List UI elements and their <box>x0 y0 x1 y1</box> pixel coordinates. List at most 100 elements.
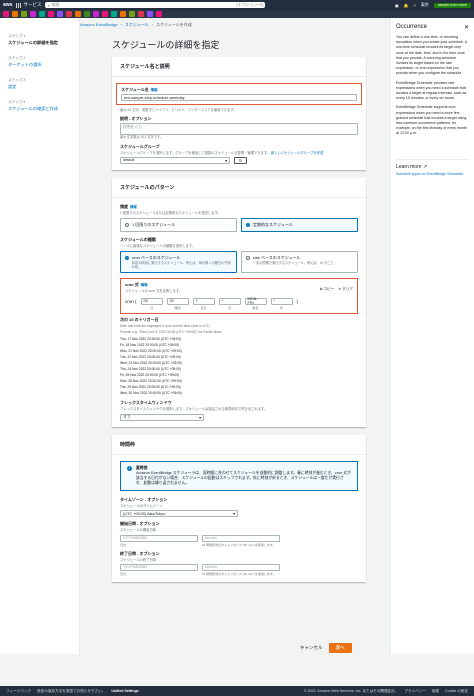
recurring-schedule-radio[interactable]: 定期的なスケジュール <box>241 218 358 233</box>
cron-fields: cron ( 00 分 20 時間 ? 日付 * 月 MON-FRI 曜日 * 年 ) <box>125 297 353 310</box>
favorite-service-icon[interactable] <box>84 11 90 17</box>
breadcrumb-eventbridge[interactable]: Amazon EventBridge <box>80 22 118 28</box>
favorite-service-icon[interactable] <box>75 11 81 17</box>
name-description-card: スケジュール名と説明 スケジュール名 情報 ecs-sample-stop-sch… <box>112 57 366 170</box>
cron-based-radio[interactable]: cron ベースのスケジュール 特定の時刻に実行するスケジュール。例えば、毎月第 … <box>120 251 237 274</box>
cron-prefix: cron ( <box>125 298 137 304</box>
favorite-service-icon[interactable] <box>93 11 99 17</box>
favorite-service-icon[interactable] <box>147 11 153 17</box>
create-group-link[interactable]: 新しいスケジュールグループを作成 <box>271 151 323 155</box>
schedule-group-select[interactable]: default ▾ <box>120 156 230 164</box>
cron-month-input[interactable]: * <box>218 297 241 305</box>
services-grid-icon <box>16 2 22 8</box>
page-title: スケジュールの詳細を指定 <box>112 40 220 50</box>
favorite-service-icon[interactable] <box>30 11 36 17</box>
next-triggers-format: Format: e.g. "Wed, Nov 9, 2022 00:00 (UT… <box>120 329 222 334</box>
close-icon: ✕ <box>338 286 342 291</box>
close-icon[interactable]: ✕ <box>464 24 469 31</box>
cron-day-of-month-input[interactable]: ? <box>192 297 215 305</box>
favorite-service-icon[interactable] <box>102 11 108 17</box>
terms-link[interactable]: 用語 <box>432 689 439 694</box>
global-search-input[interactable]: ⌕ 検索 [オプション+S] <box>45 2 266 8</box>
wizard-step-2[interactable]: ステップ 2 ターゲットの選択 <box>8 56 71 68</box>
unified-settings-link[interactable]: Unified Settings <box>111 689 138 693</box>
favorite-service-icon[interactable] <box>39 11 45 17</box>
flex-window-select[interactable]: オフ ▾ <box>120 413 204 421</box>
cron-minutes-input[interactable]: 00 <box>140 297 163 305</box>
services-menu-button[interactable]: サービス <box>16 2 41 8</box>
cron-field-caption: 日付 <box>200 305 207 310</box>
timezone-select[interactable]: (UTC +09:00) Asia/Tokyo ▾ <box>120 510 238 518</box>
info-link[interactable]: 情報 <box>141 283 148 287</box>
favorite-service-icon[interactable] <box>138 11 144 17</box>
copyright-text: © 2022, Amazon Web Services, Inc. またはその関… <box>303 688 399 693</box>
rate-based-radio[interactable]: rate ベースのスケジュール 一定の間隔で実行するスケジュール。例えば、10 分… <box>241 251 358 274</box>
step-title[interactable]: スケジュールの確認と作成 <box>8 106 71 112</box>
help-paragraph: EventBridge Scheduler provides rate expr… <box>396 80 467 101</box>
date-caption: 日付 <box>120 571 127 576</box>
cron-hours-input[interactable]: 20 <box>166 297 189 305</box>
timezone-hint: スケジュールのタイムゾーン <box>120 504 163 509</box>
step-number: ステップ 4 <box>8 100 26 104</box>
refresh-icon: ↻ <box>239 158 243 163</box>
favorite-service-icon[interactable] <box>48 11 54 17</box>
start-date-input[interactable]: YYYY/MM/DD <box>120 534 198 542</box>
cookie-settings-link[interactable]: Cookie の設定 <box>445 689 468 694</box>
start-date-hint: スケジュールの開始日時 <box>120 528 157 533</box>
radio-selected-icon <box>246 222 250 227</box>
cloudshell-icon[interactable]: ▣ <box>395 3 399 8</box>
schedule-pattern-card: スケジュールのパターン 頻度 情報 1 回限りのスケジュールまたは定期的なスケジュ… <box>112 177 366 427</box>
help-icon[interactable]: ? <box>414 3 416 8</box>
breadcrumb-separator-icon: › <box>120 22 122 27</box>
info-icon: i <box>127 465 132 471</box>
refresh-button[interactable]: ↻ <box>234 156 248 164</box>
one-time-schedule-radio[interactable]: 1 回限りのスケジュール <box>120 218 237 233</box>
breadcrumb-schedules[interactable]: スケジュール <box>125 22 149 28</box>
favorite-service-icon[interactable] <box>156 11 162 17</box>
clear-button[interactable]: ✕ クリア <box>338 287 353 292</box>
privacy-link[interactable]: プライバシー <box>404 689 426 694</box>
favorite-service-icon[interactable] <box>12 11 18 17</box>
favorite-service-icon[interactable] <box>129 11 135 17</box>
card-header: スケジュールのパターン <box>112 178 366 198</box>
favorite-service-icon[interactable] <box>120 11 126 17</box>
step-number: ステップ 3 <box>8 78 26 82</box>
next-button[interactable]: 次へ <box>328 643 352 653</box>
step-title[interactable]: 設定 <box>8 84 71 90</box>
notifications-icon[interactable]: 🔔 <box>404 3 409 8</box>
aws-logo[interactable]: aws <box>3 2 12 8</box>
info-link[interactable]: 情報 <box>151 88 158 92</box>
description-placeholder: 説明を入力 <box>123 125 142 130</box>
services-label: サービス <box>23 2 42 7</box>
next-trigger-dates: Thu, 17 Nov 2022 20:00:00 (UTC +09:00) F… <box>120 336 358 396</box>
cron-day-of-week-input[interactable]: MON-FRI <box>244 297 267 305</box>
copy-button[interactable]: ⧉ コピー <box>320 287 334 292</box>
wizard-step-4[interactable]: ステップ 4 スケジュールの確認と作成 <box>8 100 71 112</box>
favorite-service-icon[interactable] <box>66 11 72 17</box>
schedule-group-hint: スケジュールグループを選択します。グループを使用して複数のスケジュールを整理・管… <box>120 150 271 155</box>
account-menu[interactable]: sample-user-name <box>433 2 471 8</box>
favorite-service-icon[interactable] <box>57 11 63 17</box>
info-link[interactable]: 情報 <box>130 205 137 209</box>
help-external-link[interactable]: Schedule types on EventBridge Scheduler <box>396 172 469 176</box>
favorite-service-icon[interactable] <box>3 11 9 17</box>
schedule-type-label: スケジュールの種類 <box>120 237 156 243</box>
cron-year-input[interactable]: * <box>270 297 293 305</box>
time-window-card: 時間枠 i 夏時間 Amazon EventBridge スケジューラは、夏時間… <box>112 434 366 582</box>
wizard-step-1: ステップ 1 スケジュールの詳細を指定 <box>8 34 71 46</box>
start-time-input[interactable]: hh:mm <box>202 534 280 542</box>
favorite-service-icon[interactable] <box>21 11 27 17</box>
region-selector[interactable]: 東京 <box>421 2 429 8</box>
end-time-input[interactable]: hh:mm <box>202 563 280 571</box>
feedback-link[interactable]: フィードバック <box>6 689 31 694</box>
external-link-icon: ↗ <box>422 163 428 170</box>
step-title[interactable]: ターゲットの選択 <box>8 62 71 68</box>
cron-field-caption: 分 <box>150 305 154 310</box>
schedule-name-input[interactable]: ecs-sample-stop-schedule-weekday <box>121 94 357 101</box>
date-caption: 日付 <box>120 542 127 547</box>
favorite-service-icon[interactable] <box>111 11 117 17</box>
description-input[interactable]: 説明を入力 <box>120 123 358 136</box>
end-date-input[interactable]: YYYY/MM/DD <box>120 563 198 571</box>
wizard-step-3[interactable]: ステップ 3 設定 <box>8 78 71 90</box>
cancel-button[interactable]: キャンセル <box>300 645 323 651</box>
